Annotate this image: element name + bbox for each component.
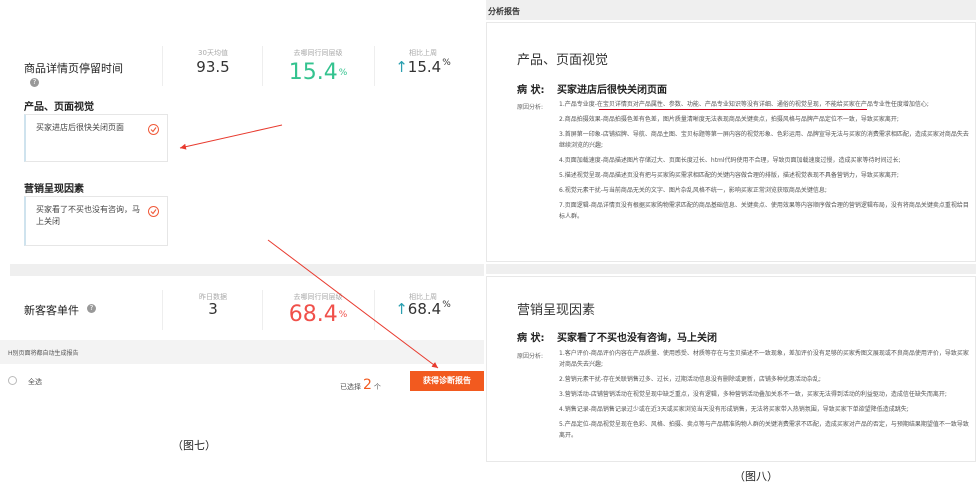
report-separator (486, 264, 976, 274)
report-header-title: 分析报告 (488, 7, 520, 16)
reason-item: 4.页面加载速度-商品描述图片存储过大、页面长度过长、html代码使用不合理，导… (559, 157, 901, 164)
block-heading: 营销呈现因素 (517, 303, 596, 318)
reason-item: 6.视觉元素干扰-与当前商品无关的文字、图片杂乱风格不统一，影响买家正常浏览获取… (559, 187, 827, 194)
report-block-marketing: 营销呈现因素 病 状: 买家看了不买也没有咨询，马上关闭 原因分析: 1.客户评… (486, 276, 976, 462)
block-heading: 产品、页面视觉 (517, 53, 609, 68)
reason-list: 1.客户评价-商品评价内容在产品质量、使用感受、材质等存在与宝贝描述不一致现象，… (559, 348, 969, 441)
symptom-text: 买家看了不买也没有咨询，马上关闭 (557, 333, 717, 344)
reason-item: 2.商品拍摄效果-商品拍摄色差有色差，图片质量清晰度无法表现商品关键卖点，拍摄风… (559, 116, 899, 123)
reason-item: 3.营销活动-店铺营销活动在视觉呈现中缺乏重点，没有逻辑，多种营销活动叠加关系不… (559, 391, 947, 398)
highlight-underline (599, 109, 867, 110)
reason-item: 5.描述视觉呈现-商品描述页没有把与买家购买需求相匹配的关键内容做合理的排版，描… (559, 172, 899, 179)
reason-item: 4.销售记录-商品销售记录过少或在近3天或买家浏览当天没有形成销售，无法将买家带… (559, 406, 909, 413)
reason-item: 7.页面逻辑-商品详情页没有根据买家购物需求匹配的商品基础信息、关键卖点、使用效… (559, 202, 969, 220)
report-header-bar: 分析报告 (486, 0, 976, 20)
annotation-arrows (179, 124, 439, 369)
reason-item: 3.首屏第一印象-店铺招牌、导航、商品主图、宝贝标题等第一屏内容的视觉形象、色彩… (559, 131, 969, 149)
arrow-to-button (267, 239, 439, 369)
arrow-to-card (179, 124, 283, 150)
left-panel: 商品详情页停留时间 ? 30天均值 93.5 去哪同行同层级 15.4% 相比上… (0, 0, 484, 488)
reason-item: 2.营销元素干扰-存在关联销售过多、过长，过期活动信息没有删除或更新，店铺多种优… (559, 376, 821, 383)
reason-label: 原因分析: (517, 353, 544, 360)
reason-item: 5.产品定位-商品视觉呈现在色彩、风格、拍摄、卖点等与产品精准购物人群的关键消费… (559, 421, 969, 439)
figure-caption-right: （图八） (734, 470, 778, 483)
right-panel: 分析报告 产品、页面视觉 病 状: 买家进店后很快关闭页面 原因分析: 1.产品… (486, 0, 976, 462)
reason-list: 1.产品专业度-在宝贝详情页对产品属性、参数、功能、产品专业知识等没有详细、通俗… (559, 99, 969, 222)
figure-caption-left: （图七） (172, 439, 216, 452)
reason-label: 原因分析: (517, 104, 544, 111)
symptom-label: 病 状: (517, 85, 545, 96)
symptom-text: 买家进店后很快关闭页面 (557, 85, 667, 96)
symptom-label: 病 状: (517, 333, 545, 344)
report-block-product: 产品、页面视觉 病 状: 买家进店后很快关闭页面 原因分析: 1.产品专业度-在… (486, 22, 976, 262)
reason-item: 1.客户评价-商品评价内容在产品质量、使用感受、材质等存在与宝贝描述不一致现象，… (559, 350, 969, 368)
